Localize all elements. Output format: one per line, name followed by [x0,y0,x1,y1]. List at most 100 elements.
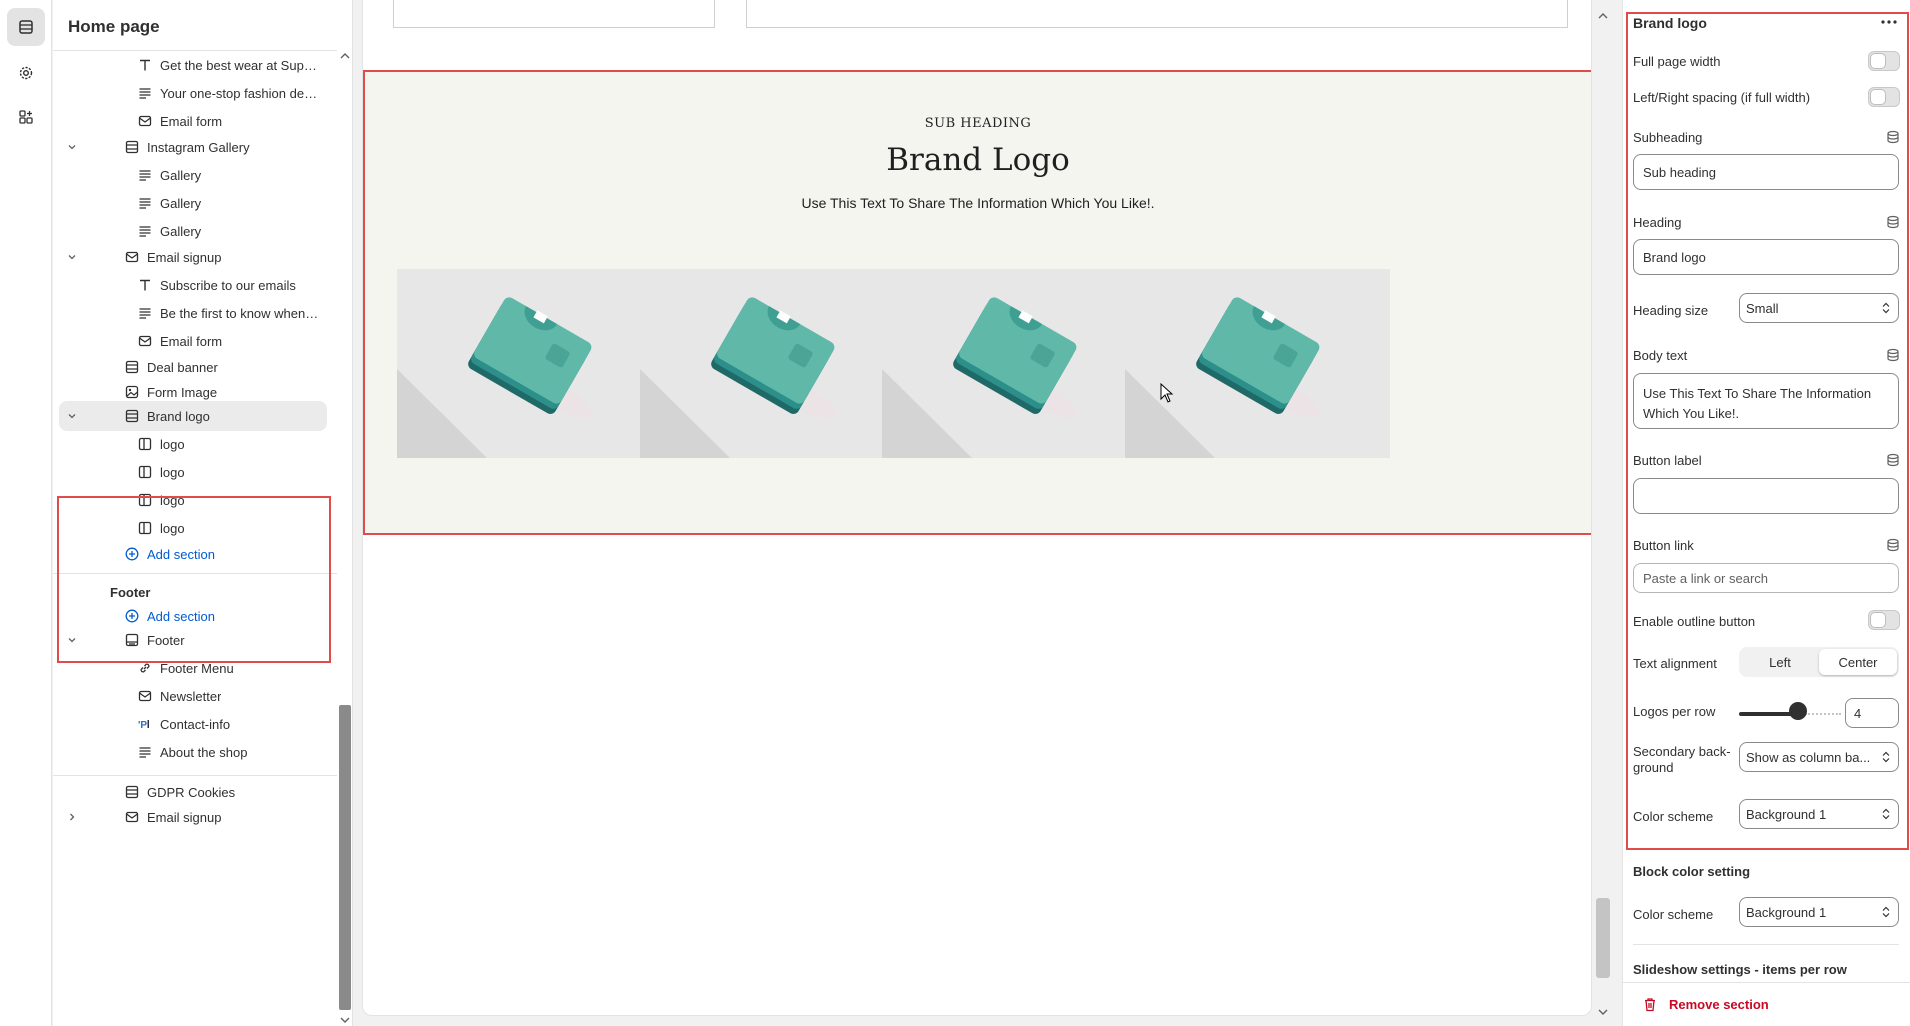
secondary-bg-select[interactable]: Show as column ba... [1739,742,1899,772]
contact-icon: 'P [138,717,152,731]
align-left-button[interactable]: Left [1741,649,1819,675]
logo-card[interactable] [640,269,905,458]
tree-item-instagram-gallery[interactable]: Instagram Gallery [53,132,337,162]
brand-logo-section[interactable]: SUB HEADING Brand Logo Use This Text To … [363,70,1591,535]
full-page-width-toggle[interactable] [1868,51,1900,71]
tree-item-gallery[interactable]: Gallery [53,188,337,218]
tree-item-label: Gallery [160,168,202,183]
chevron-down-icon[interactable] [66,410,78,425]
tree-item-your-one-stop-fashion-destinati[interactable]: Your one-stop fashion destinati... [53,78,337,108]
tree-item-label: GDPR Cookies [147,785,236,800]
button-link-input[interactable]: Paste a link or search [1633,563,1899,593]
color-scheme-select[interactable]: Background 1 [1739,799,1899,829]
chevron-down-icon[interactable] [66,251,78,266]
full-page-width-label: Full page width [1633,54,1721,69]
tree-item-logo[interactable]: logo [53,429,337,459]
text-icon [138,58,152,72]
logos-per-row-label: Logos per row [1633,704,1716,719]
tree-item-gallery[interactable]: Gallery [53,160,337,190]
align-center-button[interactable]: Center [1819,649,1897,675]
button-label-input[interactable] [1633,478,1899,514]
heading-size-select[interactable]: Small [1739,293,1899,323]
dynamic-source-icon[interactable] [1886,453,1900,467]
secondary-bg-label-line1: Secondary back- [1633,744,1731,759]
tree-item-contact-info[interactable]: 'P Contact-info [53,709,337,739]
tree-item-label: Gallery [160,196,202,211]
preview-scrollbar[interactable] [1594,10,1612,1020]
image-icon [125,385,139,399]
outline-button-toggle[interactable] [1868,610,1900,630]
remove-section-button[interactable]: Remove section [1623,982,1910,1026]
shirt-stack-icon [397,297,593,458]
tree-item-label: Email form [160,334,223,349]
tree-item-label: Form Image [147,385,218,400]
color-scheme-value: Background 1 [1746,806,1827,822]
secondary-bg-label-line2: ground [1633,760,1674,775]
sections-icon[interactable] [7,8,45,46]
dynamic-source-icon[interactable] [1886,130,1900,144]
divider [1633,944,1899,945]
tree-item-email-signup[interactable]: Email signup [53,242,337,272]
chevron-updown-icon [1882,302,1890,314]
scrollbar-thumb[interactable] [339,705,351,1010]
trash-icon [1645,998,1655,1012]
chevron-right-icon[interactable] [66,811,78,826]
tree-item-label: Brand logo [147,409,210,424]
heading-size-label: Heading size [1633,303,1709,318]
logos-per-row-input[interactable]: 4 [1845,698,1899,728]
logo-card[interactable] [882,269,1147,458]
column-icon [138,437,152,451]
slideshow-settings-title: Slideshow settings - items per row [1633,962,1847,977]
chevron-updown-icon [1882,751,1890,763]
subheading-input[interactable]: Sub heading [1633,154,1899,190]
dynamic-source-icon[interactable] [1886,538,1900,552]
column-icon [138,465,152,479]
text-alignment-segmented: Left Center [1739,647,1899,677]
block-color-scheme-select[interactable]: Background 1 [1739,897,1899,927]
tree-item-label: logo [160,465,185,480]
dynamic-source-icon[interactable] [1886,215,1900,229]
section-icon [125,785,139,799]
tree-item-get-the-best-wear-at-support-th[interactable]: Get the best wear at Support, th... [53,50,337,80]
logo-card[interactable] [397,269,662,458]
tree-item-label: Gallery [160,224,202,239]
tree-item-about-the-shop[interactable]: About the shop [53,737,337,767]
section-icon [125,409,139,423]
email-icon [138,689,152,703]
more-icon[interactable] [1881,20,1897,24]
body-text-input[interactable]: Use This Text To Share The Information W… [1633,373,1899,429]
tree-item-label: logo [160,437,185,452]
shirt-stack-icon [1125,297,1321,458]
tree-item-logo[interactable]: logo [53,457,337,487]
logos-per-row-slider-knob[interactable] [1789,702,1807,720]
lr-spacing-toggle[interactable] [1868,87,1900,107]
logos-per-row-slider-track[interactable] [1739,712,1795,716]
color-scheme-label: Color scheme [1633,809,1714,824]
paragraph-icon [138,196,152,210]
tree-item-brand-logo[interactable]: Brand logo [59,401,327,431]
heading-input[interactable]: Brand logo [1633,239,1899,275]
email-icon [125,250,139,264]
preview-frame: SUB HEADING Brand Logo Use This Text To … [362,0,1592,1016]
logo-card[interactable] [1125,269,1390,458]
button-link-label: Button link [1633,538,1694,553]
previous-section-block [746,0,1568,28]
tree-item-label: Get the best wear at Support, th... [160,58,319,73]
cursor-icon [1160,383,1174,403]
apps-icon[interactable] [7,98,45,136]
previous-section-block [393,0,715,28]
dynamic-source-icon[interactable] [1886,348,1900,362]
sub-heading: SUB HEADING [924,116,1032,131]
gear-icon[interactable] [7,54,45,92]
paragraph-icon [138,306,152,320]
paragraph-icon [138,224,152,238]
chevron-down-icon[interactable] [66,141,78,156]
icon-rail [0,0,52,1026]
tree-item-label: Subscribe to our emails [160,278,296,293]
paragraph-icon [138,168,152,182]
tree-item-newsletter[interactable]: Newsletter [53,681,337,711]
tree-item-be-the-first-to-know-when-we-la[interactable]: Be the first to know when we la... [53,298,337,328]
preview-scrollbar-thumb[interactable] [1596,898,1610,978]
tree-item-email-signup[interactable]: Email signup [53,802,337,832]
tree-item-subscribe-to-our-emails[interactable]: Subscribe to our emails [53,270,337,300]
